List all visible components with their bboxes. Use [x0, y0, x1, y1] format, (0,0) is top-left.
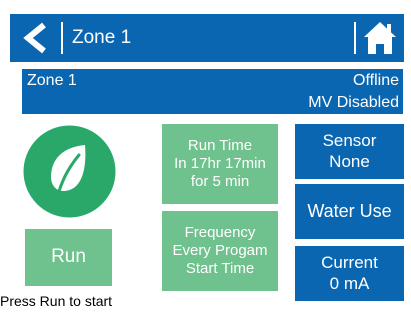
back-arrow-icon[interactable] [18, 22, 54, 54]
sensor-button[interactable]: Sensor None [295, 124, 404, 179]
sensor-label: Sensor [322, 131, 377, 151]
leaf-icon [23, 125, 116, 218]
connection-status: Offline [353, 72, 399, 89]
run-label: Run [51, 246, 86, 268]
run-time-label: Run Time [187, 137, 253, 154]
top-bar: Zone 1 [10, 14, 404, 62]
page-title: Zone 1 [72, 27, 132, 48]
run-button[interactable]: Run [25, 229, 112, 286]
water-use-label: Water Use [307, 200, 392, 221]
current-button[interactable]: Current 0 mA [295, 246, 404, 301]
frequency-label: Frequency [184, 224, 256, 241]
run-time-button[interactable]: Run Time In 17hr 17min for 5 min [162, 124, 278, 204]
water-use-button[interactable]: Water Use [295, 184, 404, 239]
frequency-value: Every Progam [172, 242, 268, 259]
separator [61, 22, 63, 54]
current-value: 0 mA [329, 273, 370, 293]
separator [354, 22, 356, 54]
current-label: Current [321, 253, 378, 273]
run-time-duration: for 5 min [190, 173, 250, 190]
zone-status-bar: Zone 1 Offline MV Disabled [22, 69, 403, 114]
zone-name: Zone 1 [27, 72, 77, 89]
frequency-value-2: Start Time [185, 260, 255, 277]
footer-hint: Press Run to start [0, 293, 113, 309]
sensor-value: None [329, 151, 370, 171]
run-time-next: In 17hr 17min [174, 155, 266, 172]
frequency-button[interactable]: Frequency Every Progam Start Time [162, 211, 278, 291]
mv-status: MV Disabled [308, 94, 399, 111]
home-icon[interactable] [362, 20, 398, 56]
